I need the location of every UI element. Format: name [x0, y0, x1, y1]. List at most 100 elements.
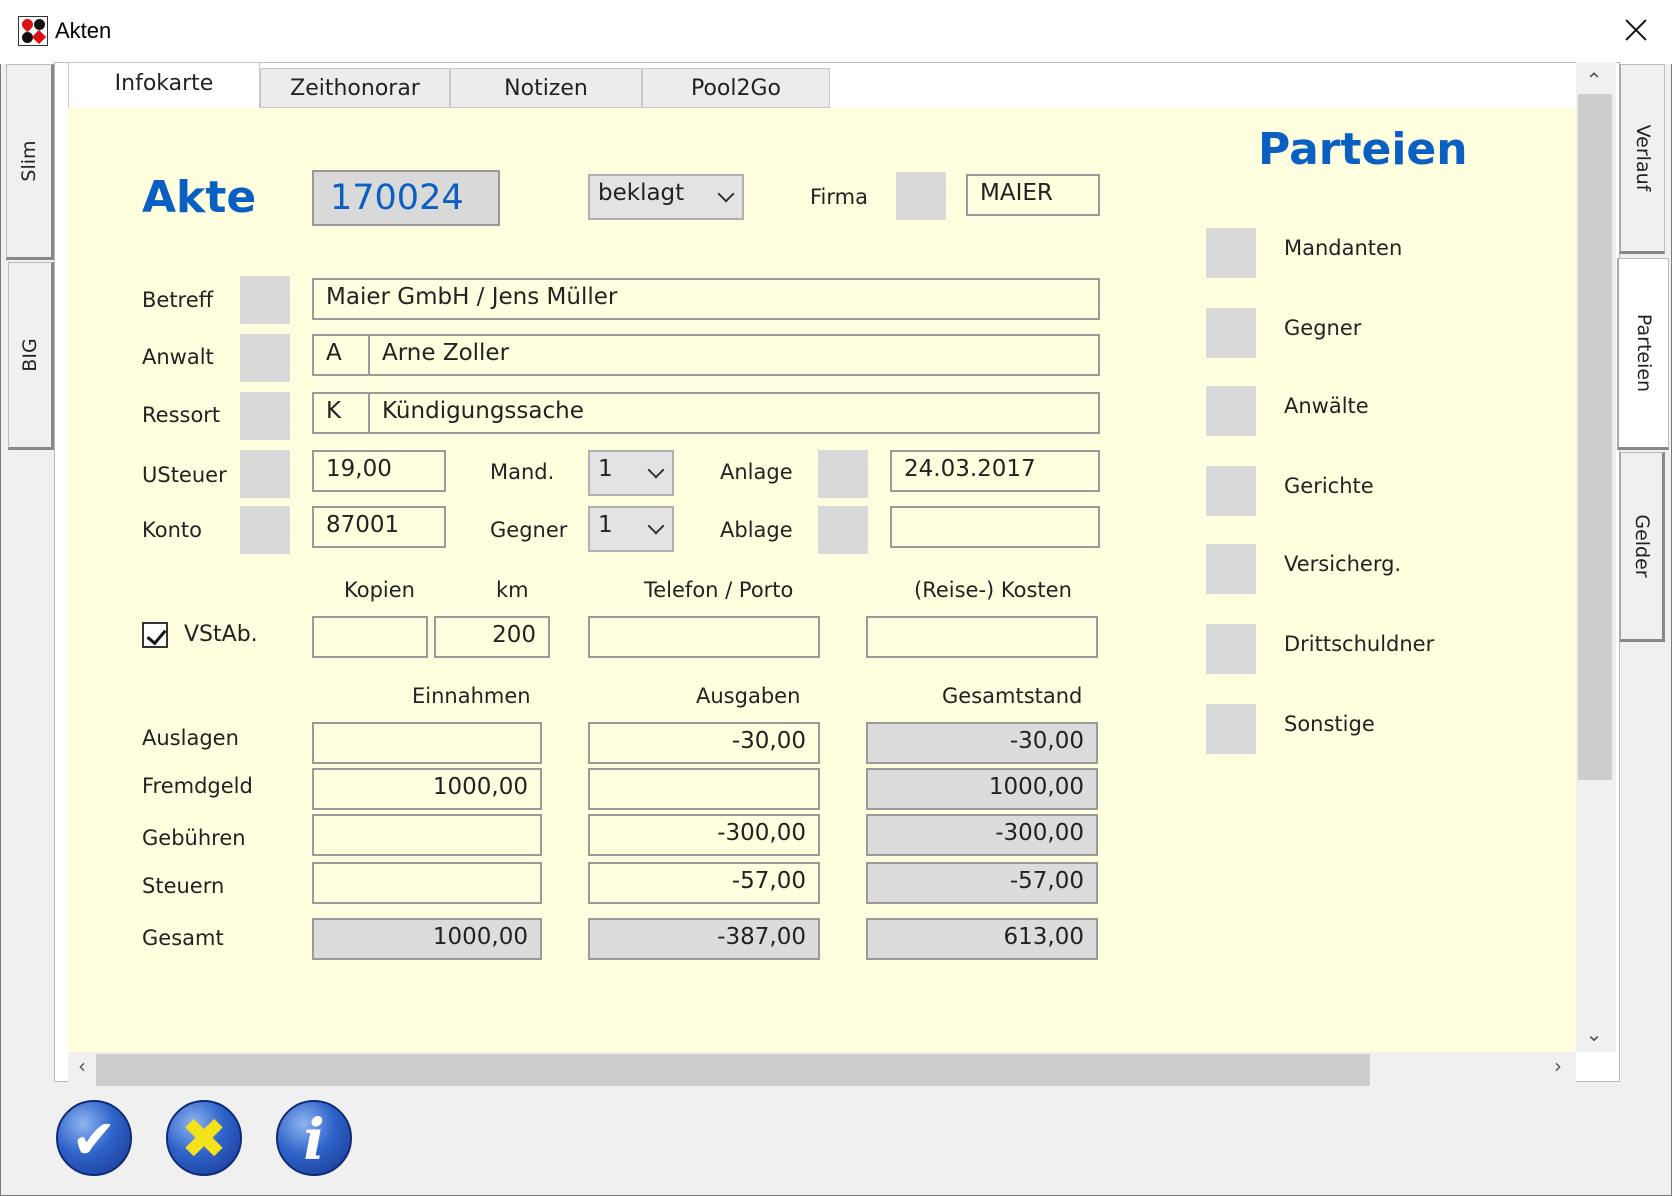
- reisekosten-field[interactable]: [866, 616, 1098, 658]
- usteuer-select-button[interactable]: [240, 450, 290, 498]
- km-header: km: [496, 578, 529, 602]
- tab-notizen[interactable]: Notizen: [450, 68, 642, 108]
- info-icon: i: [303, 1107, 325, 1173]
- ressort-code-field[interactable]: K: [312, 392, 370, 434]
- ressort-select-button[interactable]: [240, 392, 290, 440]
- gesamt-ausgaben-field: -387,00: [588, 918, 820, 960]
- firma-select-button[interactable]: [896, 172, 946, 220]
- anlage-date-field[interactable]: 24.03.2017: [890, 450, 1100, 492]
- status-select-value: beklagt: [598, 180, 685, 206]
- anlage-select-button[interactable]: [818, 450, 868, 498]
- chevron-down-icon: [647, 517, 665, 535]
- ablage-select-button[interactable]: [818, 506, 868, 554]
- ok-button[interactable]: ✔: [56, 1100, 132, 1176]
- telefon-porto-field[interactable]: [588, 616, 820, 658]
- cancel-button[interactable]: ✖: [166, 1100, 242, 1176]
- gerichte-button[interactable]: [1206, 466, 1256, 516]
- usteuer-field[interactable]: 19,00: [312, 450, 446, 492]
- gesamt-einnahmen-field: 1000,00: [312, 918, 542, 960]
- fremdgeld-ausgaben-field[interactable]: [588, 768, 820, 810]
- anwaelte-button[interactable]: [1206, 386, 1256, 436]
- mand-select[interactable]: 1: [588, 450, 674, 496]
- mandanten-button[interactable]: [1206, 228, 1256, 278]
- steuern-gesamt-field: -57,00: [866, 862, 1098, 904]
- auslagen-gesamt-field: -30,00: [866, 722, 1098, 764]
- reisekosten-header: (Reise-) Kosten: [914, 578, 1072, 602]
- tab-zeithonorar[interactable]: Zeithonorar: [260, 68, 450, 108]
- gegner-parteien-button[interactable]: [1206, 308, 1256, 358]
- cards-app-icon: [18, 16, 48, 46]
- mand-label: Mand.: [490, 460, 555, 484]
- steuern-label: Steuern: [142, 874, 225, 898]
- horizontal-scrollbar-thumb[interactable]: [96, 1054, 1370, 1086]
- tab-infokarte[interactable]: Infokarte: [68, 62, 260, 108]
- side-tab-slim[interactable]: Slim: [6, 64, 54, 260]
- akte-number-field[interactable]: 170024: [312, 170, 500, 226]
- steuern-einnahmen-field[interactable]: [312, 862, 542, 904]
- gebuehren-ausgaben-field[interactable]: -300,00: [588, 814, 820, 856]
- betreff-label: Betreff: [142, 288, 214, 312]
- betreff-field[interactable]: Maier GmbH / Jens Müller: [312, 278, 1100, 320]
- gesamtstand-header: Gesamtstand: [942, 684, 1083, 708]
- chevron-down-icon: [647, 461, 665, 479]
- anwalt-name-field[interactable]: Arne Zoller: [368, 334, 1100, 376]
- anwalt-select-button[interactable]: [240, 334, 290, 382]
- steuern-ausgaben-field[interactable]: -57,00: [588, 862, 820, 904]
- einnahmen-header: Einnahmen: [412, 684, 531, 708]
- side-tab-verlauf-label: Verlauf: [1631, 124, 1654, 192]
- akte-heading: Akte: [142, 172, 257, 223]
- fremdgeld-einnahmen-field[interactable]: 1000,00: [312, 768, 542, 810]
- chevron-down-icon: [717, 185, 735, 203]
- side-tab-gelder[interactable]: Gelder: [1619, 452, 1665, 642]
- konto-label: Konto: [142, 518, 202, 542]
- parteien-heading: Parteien: [1258, 124, 1468, 175]
- scroll-left-icon[interactable]: ‹: [70, 1056, 94, 1082]
- auslagen-label: Auslagen: [142, 726, 239, 750]
- drittschuldner-button[interactable]: [1206, 624, 1256, 674]
- side-tab-big-label: BIG: [19, 338, 41, 372]
- ablage-label: Ablage: [720, 518, 793, 542]
- versicherungen-button[interactable]: [1206, 544, 1256, 594]
- kopien-field[interactable]: [312, 616, 428, 658]
- gegner-label: Gegner: [490, 518, 568, 542]
- ausgaben-header: Ausgaben: [696, 684, 801, 708]
- telefon-porto-header: Telefon / Porto: [644, 578, 794, 602]
- versicherungen-label: Versicherg.: [1284, 552, 1402, 576]
- gegner-parteien-label: Gegner: [1284, 316, 1362, 340]
- close-icon[interactable]: [1616, 12, 1656, 48]
- x-icon: ✖: [180, 1107, 228, 1172]
- ablage-field[interactable]: [890, 506, 1100, 548]
- side-tab-parteien[interactable]: Parteien: [1617, 258, 1669, 450]
- scroll-down-icon[interactable]: ⌄: [1582, 1024, 1606, 1044]
- scroll-right-icon[interactable]: ›: [1546, 1056, 1570, 1082]
- kopien-header: Kopien: [344, 578, 415, 602]
- gesamt-label: Gesamt: [142, 926, 224, 950]
- gegner-select-value: 1: [598, 512, 613, 538]
- gebuehren-label: Gebühren: [142, 826, 246, 850]
- betreff-select-button[interactable]: [240, 276, 290, 324]
- tab-pool2go[interactable]: Pool2Go: [642, 68, 830, 108]
- usteuer-label: USteuer: [142, 463, 227, 487]
- status-select[interactable]: beklagt: [588, 174, 744, 220]
- auslagen-einnahmen-field[interactable]: [312, 722, 542, 764]
- vstab-checkbox[interactable]: [142, 622, 168, 648]
- sonstige-button[interactable]: [1206, 704, 1256, 754]
- anwalt-code-field[interactable]: A: [312, 334, 370, 376]
- side-tab-big[interactable]: BIG: [8, 262, 54, 450]
- info-button[interactable]: i: [276, 1100, 352, 1176]
- gebuehren-einnahmen-field[interactable]: [312, 814, 542, 856]
- mand-select-value: 1: [598, 456, 613, 482]
- km-field[interactable]: 200: [434, 616, 550, 658]
- firma-field[interactable]: MAIER: [966, 174, 1100, 216]
- side-tab-verlauf[interactable]: Verlauf: [1619, 64, 1665, 254]
- side-tab-slim-label: Slim: [18, 140, 40, 182]
- gebuehren-gesamt-field: -300,00: [866, 814, 1098, 856]
- ressort-name-field[interactable]: Kündigungssache: [368, 392, 1100, 434]
- konto-select-button[interactable]: [240, 506, 290, 554]
- auslagen-ausgaben-field[interactable]: -30,00: [588, 722, 820, 764]
- vertical-scrollbar-thumb[interactable]: [1578, 94, 1612, 780]
- konto-field[interactable]: 87001: [312, 506, 446, 548]
- gesamt-gesamtstand-field: 613,00: [866, 918, 1098, 960]
- gegner-select[interactable]: 1: [588, 506, 674, 552]
- scroll-up-icon[interactable]: ⌃: [1582, 70, 1606, 90]
